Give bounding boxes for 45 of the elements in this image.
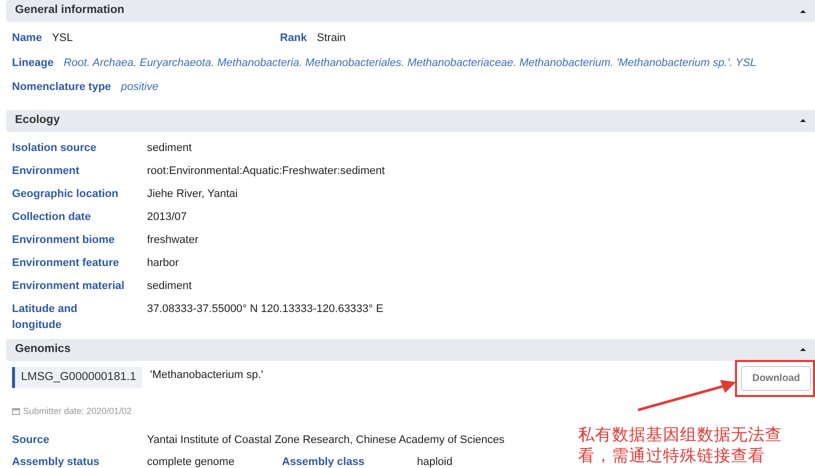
- field-value: Strain: [316, 31, 346, 46]
- field-label: Environment: [12, 164, 80, 178]
- caret-icon[interactable]: [800, 348, 806, 351]
- field-value: YSL: [52, 31, 73, 46]
- field-value: freshwater: [147, 232, 198, 248]
- download-button[interactable]: Download: [741, 366, 811, 390]
- field-label: Name: [12, 31, 42, 46]
- submitter-date: Submitter date: 2020/01/02: [23, 404, 132, 418]
- field-link[interactable]: positive: [121, 79, 158, 96]
- annotation-text: 私有数据基因组数据无法查看，需通过特殊链接查看: [578, 424, 783, 466]
- section-header[interactable]: Ecology: [6, 110, 815, 132]
- caret-icon[interactable]: [800, 119, 806, 122]
- field-value: root:Environmental:Aquatic:Freshwater:sediment: [147, 164, 385, 178]
- accession-label: LMSG_G000000181.1: [12, 366, 142, 388]
- calendar-icon: [12, 407, 20, 416]
- field-label: Environment feature: [12, 256, 120, 270]
- field-label: Assembly class: [282, 455, 366, 468]
- field-label: Geographic location: [12, 186, 120, 202]
- field-value: sediment: [147, 278, 192, 294]
- organism-name: 'Methanobacterium sp.': [150, 368, 264, 382]
- field-label: Isolation source: [12, 140, 98, 156]
- field-label: Environment biome: [12, 232, 116, 248]
- field-label: Latitude and longitude: [12, 302, 78, 332]
- field-link[interactable]: Root. Archaea. Euryarchaeota. Methanobacteria. Methanobacteriales. Methanobacteriaceae. Methanobacterium. 'Methanobacterium sp.'. YSL: [64, 54, 756, 71]
- field-value: 2013/07: [147, 210, 187, 224]
- section-title: Genomics: [15, 342, 71, 357]
- field-label: Lineage: [12, 56, 54, 70]
- section-title: Ecology: [15, 112, 60, 128]
- field-value: 37.08333-37.55000° N 120.13333-120.63333° E: [147, 302, 384, 316]
- field-label: Rank: [280, 31, 307, 46]
- field-value: Yantai Institute of Coastal Zone Research, Chinese Academy of Sciences: [147, 433, 504, 448]
- section-title: General information: [15, 3, 124, 18]
- field-label: Environment material: [12, 278, 126, 294]
- section-header[interactable]: Genomics: [6, 338, 815, 360]
- field-label: Source: [12, 433, 50, 448]
- caret-icon[interactable]: [800, 10, 806, 12]
- field-label: Collection date: [12, 210, 92, 224]
- field-label: Assembly status: [12, 455, 100, 468]
- section-header[interactable]: General information: [6, 0, 815, 22]
- field-value: Jiehe River, Yantai: [147, 186, 238, 202]
- field-value: harbor: [147, 256, 179, 270]
- field-label: Nomenclature type: [12, 80, 112, 95]
- field-value: sediment: [147, 140, 192, 156]
- field-value: haploid: [417, 455, 454, 468]
- field-value: complete genome: [147, 455, 236, 468]
